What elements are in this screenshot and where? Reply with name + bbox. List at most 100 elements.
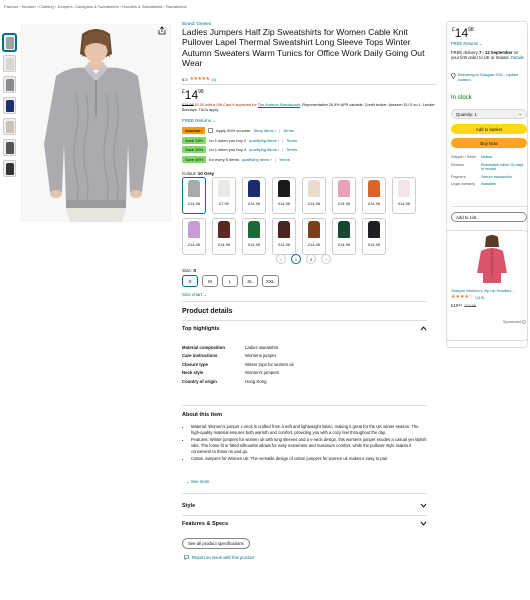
promo-text: £0.00 with a Gift Card if approved for [194,103,257,107]
buybox-price: £ 14 98 [452,26,474,40]
swatch-price: £14.98 [338,202,350,206]
swatch-price: £14.98 [248,243,260,247]
qualifying-items-link[interactable]: qualifying items › [249,138,279,143]
swatch-image [188,221,200,238]
colour-swatch[interactable]: £14.98 [242,218,266,255]
colour-swatch[interactable]: £14.98 [302,218,326,255]
thumbnail-3[interactable] [3,76,16,93]
breadcrumb[interactable]: Fashion › Women › Clothing › Jumpers, Ca… [4,4,187,9]
style-toggle[interactable]: Style [182,502,427,509]
chevron-down-icon: ⌄ [212,118,217,123]
save-tag: Save 15% [182,136,207,144]
colour-swatch[interactable]: £7.99 [212,177,236,214]
thumbnail-2[interactable] [3,55,16,72]
thumbnail-4[interactable] [3,97,16,114]
thumbnail-video[interactable] [3,160,16,177]
swatch-image [338,221,350,238]
thumbnail-5[interactable] [3,118,16,135]
all-specs-button[interactable]: See all product specifications [182,538,250,549]
features-toggle[interactable]: Features & Specs [182,520,427,527]
delivery-info: FREE delivery 7 - 12 September on your f… [451,50,527,61]
colour-swatch[interactable]: £14.98 [302,177,326,214]
colour-swatch[interactable]: £14.98 [392,177,416,214]
add-to-basket-button[interactable]: Add to basket [451,124,527,134]
see-more-link[interactable]: ⌄ See more [186,479,209,485]
colour-selected: 10 Grey [197,171,215,176]
share-icon[interactable] [158,26,166,35]
free-returns-label: FREE Returns [451,41,478,46]
buybox-free-returns[interactable]: FREE Returns ⌄ [451,41,483,46]
colour-swatch[interactable]: £14.98 [332,177,356,214]
size-chart-link[interactable]: Size chart ⌄ [182,292,207,298]
size-label: Size: S [182,268,196,273]
voucher-checkbox[interactable] [208,128,214,134]
style-heading: Style [182,502,196,509]
swatch-image [308,221,320,238]
offer-row: Save 15% on 1 when you buy 2 qualifying … [182,136,437,146]
colour-swatch[interactable]: £14.98 [212,218,236,255]
spec-value: Winter tops for women uk [245,361,294,367]
star-icons[interactable]: ★★★★★ [190,76,210,82]
colour-swatch[interactable]: £14.98 [362,218,386,255]
buy-now-button[interactable]: Buy Now [451,138,527,148]
payment-link[interactable]: Secure transaction [481,175,527,180]
pager-next-button[interactable]: › [321,254,331,264]
voucher-terms-link[interactable]: Terms [283,128,294,133]
rating-count[interactable]: (1) [211,77,216,82]
spec-key: Legal warranty [451,182,476,187]
delivery-details-link[interactable]: Details [511,55,524,60]
rating-row[interactable]: 5.0 ★★★★★ (1) [182,76,216,82]
product-details-heading: Product details [182,308,233,315]
pager-page-1[interactable]: 1 [291,254,301,264]
thumbnail-1[interactable] [3,34,16,51]
colour-swatch[interactable]: £14.98 [332,218,356,255]
thumbnail-6[interactable] [3,139,16,156]
sponsored-rating[interactable]: ★★★★☆ (119) [451,294,484,300]
colour-swatch[interactable]: £14.98 [182,177,206,214]
colour-swatch[interactable]: £14.98 [242,177,266,214]
swatch-image [308,180,320,197]
returns-link[interactable]: Returnable within 30 days of receipt [481,163,527,172]
size-option-xxl[interactable]: XXL [262,275,279,287]
price: £ 14 98 [182,88,204,102]
colour-swatch[interactable]: £14.98 [182,218,206,255]
qualifying-items-link[interactable]: qualifying items › [242,157,272,162]
brand-link[interactable]: Brand: Gemeo [182,21,211,26]
report-issue-link[interactable]: Report an issue with this product [184,555,254,560]
swatch-image [188,180,200,197]
sponsored-label[interactable]: Sponsored [503,320,527,324]
pager-prev-button[interactable]: ‹ [276,254,286,264]
colour-swatch[interactable]: £14.98 [272,177,296,214]
colour-swatch[interactable]: £14.98 [362,177,386,214]
colour-swatch[interactable]: £14.98 [272,218,296,255]
top-highlights-toggle[interactable]: Top highlights [182,325,427,332]
sponsored-title[interactable]: Sharpm Women's Zip Up Hoodies... [451,288,515,293]
offer-row: Save 30% on 1 when you buy 4 qualifying … [182,145,437,155]
sponsored-was-price: £22.99 [464,304,476,308]
terms-link[interactable]: Terms [286,138,297,143]
terms-link[interactable]: Terms [279,157,290,162]
add-to-list-button[interactable]: Add to List [451,212,527,222]
swatch-price: £14.98 [308,243,320,247]
colour-swatches: £14.98 £7.99 £14.98 £14.98 £14.98 £14.98 £14.9… [182,177,416,255]
terms-link[interactable]: Terms [286,147,297,152]
free-returns-link[interactable]: FREE Returns ⌄ [182,118,216,124]
size-option-l[interactable]: L [222,275,238,287]
swatch-price: £14.98 [368,202,380,206]
size-option-s[interactable]: S [182,275,198,287]
main-product-image[interactable] [20,24,172,222]
sponsored-product-image[interactable] [473,233,511,285]
warranty-link[interactable]: Available [481,182,527,187]
size-option-xl[interactable]: XL [242,275,258,287]
voucher-shop-link[interactable]: Shop items › [254,128,276,133]
qualifying-items-link[interactable]: qualifying items › [249,147,279,152]
size-option-m[interactable]: M [202,275,218,287]
deliver-to-location[interactable]: Delivering to Glasgow G31 - Update locat… [451,73,527,82]
quantity-label: Quantity: 1 [456,111,477,117]
chevron-down-icon: ⌄ [186,479,190,484]
quantity-select[interactable]: Quantity: 1 ⌄ [451,109,527,119]
swatch-image [368,180,380,197]
seller-link[interactable]: Nolaze [481,155,527,160]
pager-page-2[interactable]: 2 [306,254,316,264]
barclaycard-link[interactable]: The Amazon Barclaycard [258,103,300,107]
